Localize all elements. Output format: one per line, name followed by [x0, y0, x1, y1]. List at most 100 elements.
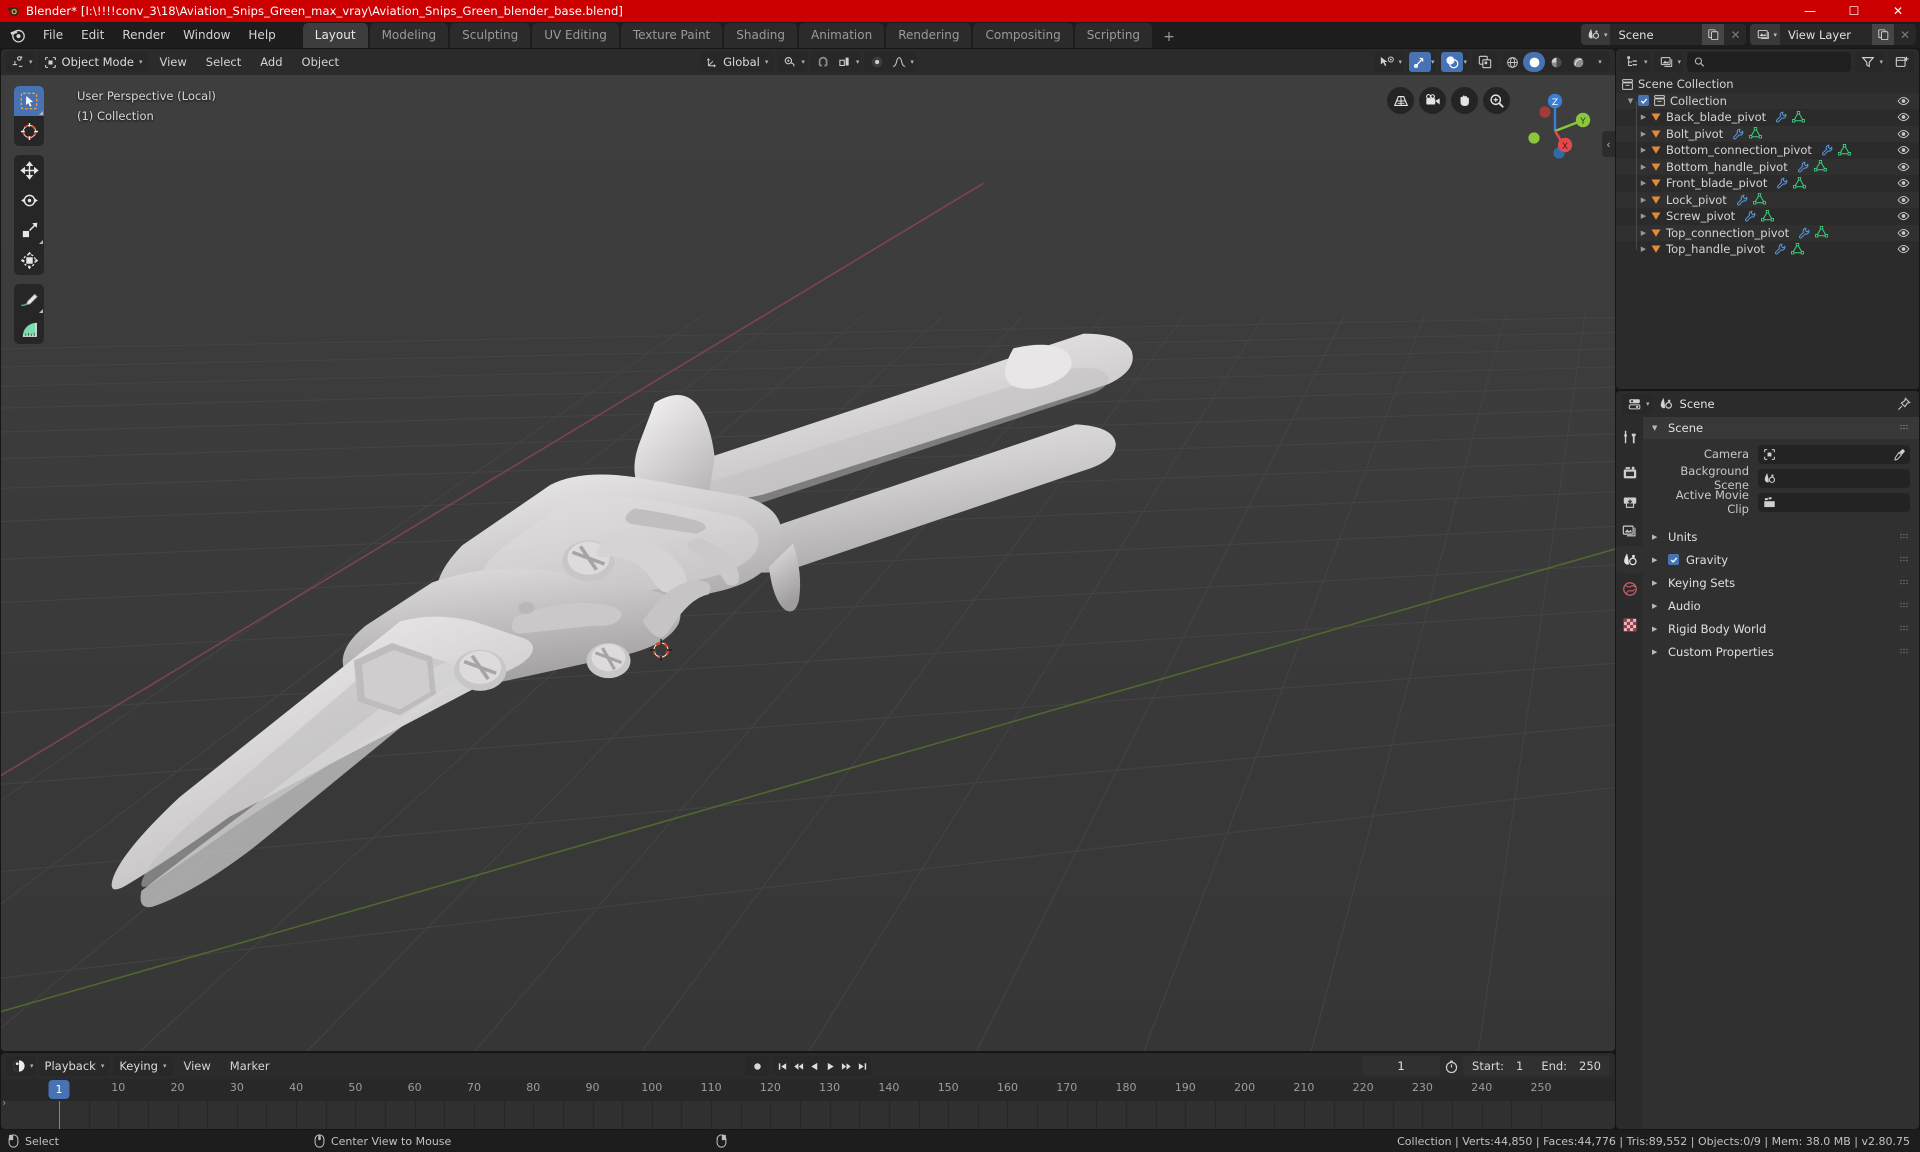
viewport-menu-select[interactable]: Select — [198, 52, 249, 72]
menu-file[interactable]: File — [34, 25, 72, 45]
gizmo-group[interactable]: ▾ — [1406, 52, 1437, 72]
transform-orientation-selector[interactable]: Global ▾ — [700, 52, 775, 72]
camera-view-icon[interactable] — [1419, 87, 1446, 114]
frame-range[interactable]: Start: 1 End: 250 — [1463, 1056, 1610, 1076]
workspace-tab-compositing[interactable]: Compositing — [973, 23, 1073, 48]
jump-to-end-button[interactable] — [854, 1056, 870, 1076]
timeline-editor-type-selector[interactable]: ▾ — [6, 1056, 36, 1076]
workspace-tab-uv-editing[interactable]: UV Editing — [532, 23, 619, 48]
scale-tool-button[interactable] — [14, 215, 44, 245]
workspace-tab-scripting[interactable]: Scripting — [1074, 23, 1153, 48]
properties-section-units[interactable]: ▶ Units — [1643, 525, 1919, 548]
new-scene-button[interactable] — [1702, 24, 1725, 45]
visibility-selector[interactable]: ▾ — [1374, 52, 1404, 72]
outliner-row-object[interactable]: ▶ Top_connection_pivot — [1616, 224, 1919, 241]
next-keyframe-button[interactable] — [838, 1056, 854, 1076]
auto-key-timer-icon[interactable] — [1444, 1059, 1459, 1074]
properties-section-rigid-body-world[interactable]: ▶ Rigid Body World — [1643, 617, 1919, 640]
properties-tab-view-layer[interactable] — [1616, 517, 1643, 544]
workspace-tab-animation[interactable]: Animation — [799, 23, 885, 48]
shading-rendered-icon[interactable] — [1567, 52, 1589, 72]
current-frame-badge[interactable]: 1 — [48, 1080, 70, 1099]
scene-name[interactable]: Scene — [1610, 24, 1703, 45]
shading-solid-icon[interactable] — [1523, 52, 1545, 72]
properties-tab-texture[interactable] — [1616, 611, 1643, 638]
timeline-expand-arrow[interactable]: › — [2, 1096, 6, 1109]
play-button[interactable] — [822, 1056, 838, 1076]
overlays-group[interactable]: ▾ — [1439, 52, 1469, 72]
timeline-track-area[interactable]: › — [1, 1096, 1615, 1129]
add-workspace-button[interactable]: + — [1154, 26, 1184, 48]
scene-selector[interactable]: ▾ Scene ✕ — [1580, 24, 1747, 45]
properties-tab-scene[interactable] — [1616, 546, 1643, 573]
outliner-display-mode-selector[interactable]: ▾ — [1653, 52, 1684, 72]
move-tool-button[interactable] — [14, 155, 44, 185]
shading-wireframe-icon[interactable] — [1501, 52, 1523, 72]
viewport-menu-object[interactable]: Object — [294, 52, 347, 72]
cursor-tool-button[interactable] — [14, 116, 44, 146]
outliner-filter-button[interactable]: ▾ — [1855, 52, 1885, 72]
timeline-playhead[interactable] — [59, 1101, 60, 1129]
pivot-point-selector[interactable]: ▾ — [777, 52, 807, 72]
menu-window[interactable]: Window — [174, 25, 239, 45]
measure-tool-button[interactable] — [14, 314, 44, 344]
outliner-row-object[interactable]: ▶ Lock_pivot — [1616, 191, 1919, 208]
timeline-menu-view[interactable]: View — [176, 1056, 219, 1076]
timeline-menu-playback[interactable]: Playback ▾ — [38, 1056, 111, 1076]
menu-help[interactable]: Help — [239, 25, 284, 45]
outliner-editor-type-selector[interactable]: ▾ — [1620, 52, 1650, 72]
start-frame-cell[interactable]: Start: 1 — [1463, 1059, 1532, 1073]
scene-panel-header[interactable]: ▼ Scene — [1643, 417, 1919, 439]
transform-tool-button[interactable] — [14, 245, 44, 275]
workspace-tab-rendering[interactable]: Rendering — [886, 23, 972, 48]
sidebar-toggle-arrow[interactable]: ‹ — [1602, 131, 1615, 157]
grid-toggle-icon[interactable] — [1387, 87, 1414, 114]
properties-section-gravity[interactable]: ▶ Gravity — [1643, 548, 1919, 571]
properties-editor-type-selector[interactable]: ▾ — [1622, 394, 1652, 414]
outliner-row-object[interactable]: ▶ Bottom_handle_pivot — [1616, 158, 1919, 175]
properties-tab-tool[interactable] — [1616, 423, 1643, 450]
properties-tab-render[interactable] — [1616, 459, 1643, 486]
section-checkbox[interactable] — [1668, 554, 1679, 565]
play-reverse-button[interactable] — [806, 1056, 822, 1076]
delete-scene-button[interactable]: ✕ — [1724, 24, 1747, 45]
timeline-ruler[interactable]: 1 10 20 30 40 50 60 70 80 90 100 110 120 130 140 150 160… — [1, 1079, 1615, 1101]
hand-pan-icon[interactable] — [1451, 87, 1478, 114]
delete-view-layer-button[interactable]: ✕ — [1894, 24, 1916, 45]
workspace-tab-texture-paint[interactable]: Texture Paint — [620, 23, 723, 48]
outliner-row-object[interactable]: ▶ Bottom_connection_pivot — [1616, 142, 1919, 159]
previous-keyframe-button[interactable] — [790, 1056, 806, 1076]
editor-type-selector[interactable]: ▾ — [5, 52, 35, 72]
jump-to-start-button[interactable] — [774, 1056, 790, 1076]
menu-edit[interactable]: Edit — [72, 25, 113, 45]
show-overlays-icon[interactable] — [1441, 52, 1464, 72]
properties-section-keying-sets[interactable]: ▶ Keying Sets — [1643, 571, 1919, 594]
workspace-tab-layout[interactable]: Layout — [302, 23, 368, 48]
new-collection-button[interactable] — [1889, 52, 1915, 72]
view-layer-name[interactable]: View Layer — [1780, 24, 1872, 45]
workspace-tab-sculpting[interactable]: Sculpting — [450, 23, 531, 48]
end-frame-cell[interactable]: End: 250 — [1532, 1059, 1610, 1073]
properties-section-custom-properties[interactable]: ▶ Custom Properties — [1643, 640, 1919, 663]
outliner-row-object[interactable]: ▶ Screw_pivot — [1616, 208, 1919, 225]
new-view-layer-button[interactable] — [1872, 24, 1894, 45]
shading-chevron-down-icon[interactable]: ▾ — [1589, 52, 1611, 72]
viewport-menu-view[interactable]: View — [151, 52, 194, 72]
camera-eyedropper-icon[interactable] — [1893, 448, 1906, 461]
maximize-button[interactable]: ☐ — [1832, 0, 1876, 22]
active-movie-clip-field[interactable] — [1758, 492, 1910, 512]
background-scene-field[interactable] — [1758, 468, 1910, 488]
view-layer-selector[interactable]: ▾ View Layer ✕ — [1750, 24, 1916, 45]
viewport-canvas[interactable]: User Perspective (Local) (1) Collection — [1, 75, 1615, 1051]
outliner-row-collection[interactable]: ▼ Collection — [1616, 92, 1919, 109]
outliner-search[interactable] — [1687, 52, 1852, 72]
blender-logo-icon[interactable] — [8, 26, 26, 44]
tweak-select-tool-button[interactable] — [14, 86, 44, 116]
rotate-tool-button[interactable] — [14, 185, 44, 215]
current-frame-field[interactable]: 1 — [1362, 1056, 1441, 1076]
proportional-edit-group[interactable]: ▾ — [864, 52, 916, 72]
timeline-menu-keying[interactable]: Keying ▾ — [113, 1056, 173, 1076]
xray-toggle[interactable] — [1472, 52, 1498, 72]
properties-section-audio[interactable]: ▶ Audio — [1643, 594, 1919, 617]
menu-render[interactable]: Render — [113, 25, 174, 45]
